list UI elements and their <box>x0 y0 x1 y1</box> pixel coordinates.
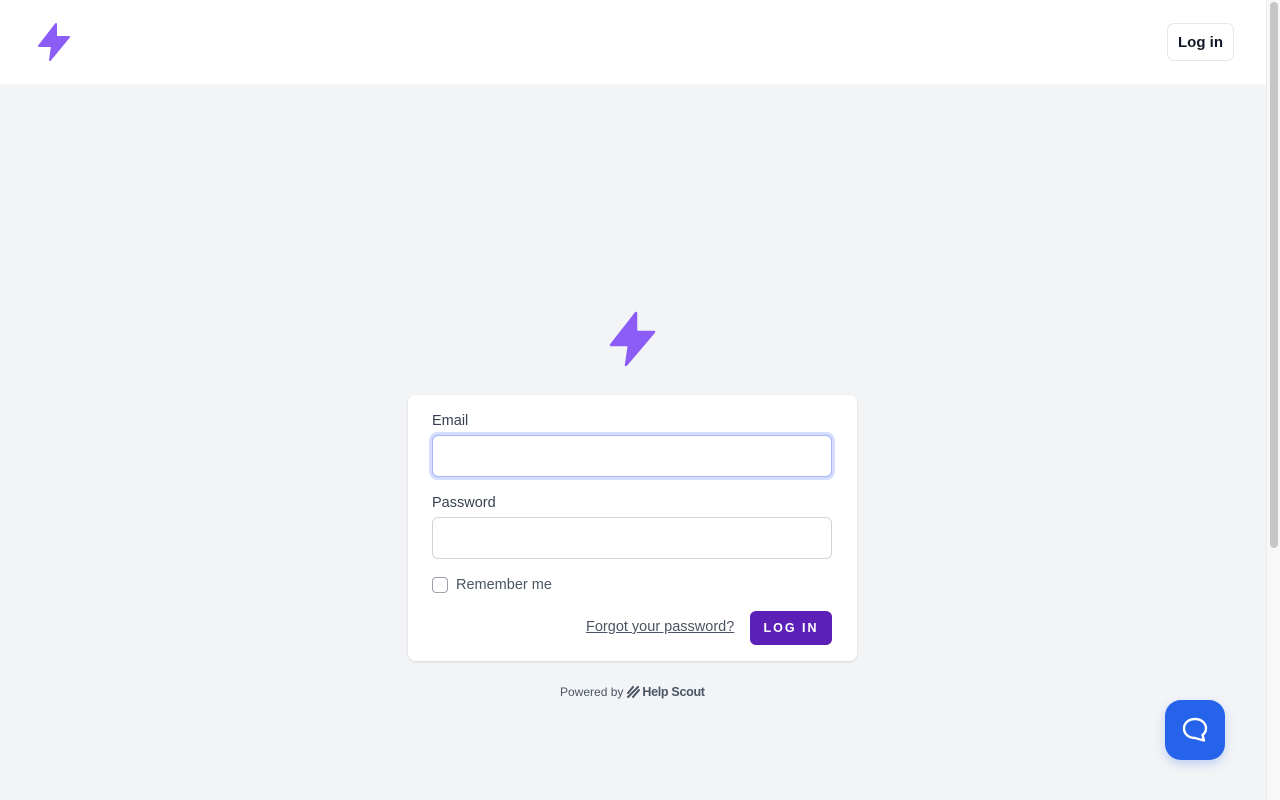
powered-by-text: Powered by <box>560 685 624 699</box>
remember-me-checkbox[interactable] <box>432 577 448 593</box>
email-label: Email <box>432 413 469 429</box>
scrollbar[interactable] <box>1266 0 1280 800</box>
password-field[interactable] <box>432 517 832 559</box>
top-navbar: Log in <box>0 0 1266 84</box>
powered-by: Powered by Help Scout <box>560 684 705 700</box>
remember-me-option[interactable]: Remember me <box>432 577 552 593</box>
remember-me-label: Remember me <box>456 577 552 593</box>
forgot-password-link[interactable]: Forgot your password? <box>586 619 734 635</box>
scrollbar-thumb[interactable] <box>1270 2 1278 548</box>
support-beacon-button[interactable] <box>1165 700 1225 760</box>
lightning-bolt-icon <box>609 311 656 367</box>
help-scout-name: Help Scout <box>642 685 705 699</box>
login-card: Email Password Remember me Forgot your p… <box>408 395 857 661</box>
help-scout-icon <box>627 686 641 698</box>
email-field[interactable] <box>432 435 832 477</box>
password-label: Password <box>432 495 496 511</box>
chat-bubble-icon <box>1182 717 1208 742</box>
login-button[interactable]: Log in <box>1167 23 1234 61</box>
help-scout-logo[interactable]: Help Scout <box>627 685 705 699</box>
lightning-bolt-icon[interactable] <box>36 22 72 62</box>
login-page: Log in Email Password Remember me Forgot… <box>0 0 1280 800</box>
login-submit-button[interactable]: Log in <box>750 611 832 645</box>
